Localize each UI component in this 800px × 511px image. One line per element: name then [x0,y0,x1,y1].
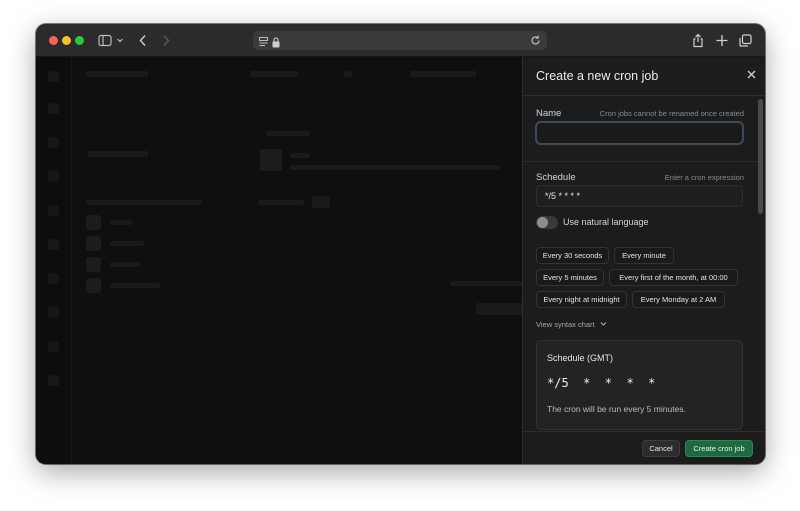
create-cron-job-panel: Create a new cron job Name Cron jobs can… [522,57,765,464]
preset-every-minute[interactable]: Every minute [614,247,674,264]
panel-body: Name Cron jobs cannot be renamed once cr… [523,97,765,431]
modal-backdrop[interactable] [36,57,522,464]
name-hint: Cron jobs cannot be renamed once created [599,109,744,118]
scrollbar-thumb[interactable] [758,99,763,214]
sidebar-icon[interactable] [98,32,112,49]
preview-description: The cron will be run every 5 minutes. [547,404,686,414]
preset-every-30-seconds[interactable]: Every 30 seconds [536,247,609,264]
chevron-down-icon [600,320,607,329]
schedule-preview: Schedule (GMT) */5 * * * * The cron will… [536,340,743,430]
chevron-down-icon[interactable] [116,32,124,49]
panel-header: Create a new cron job [523,57,765,96]
preset-every-night-at-midnight[interactable]: Every night at midnight [536,291,627,308]
cancel-button[interactable]: Cancel [642,440,680,457]
toggle-knob [537,217,548,228]
name-input[interactable] [535,121,744,145]
close-icon[interactable] [747,69,756,81]
browser-toolbar [36,24,765,57]
create-cron-job-button[interactable]: Create cron job [685,440,753,457]
natural-language-label: Use natural language [563,217,649,227]
preset-every-5-minutes[interactable]: Every 5 minutes [536,269,604,286]
natural-language-toggle[interactable] [536,216,558,229]
preset-every-monday-2am[interactable]: Every Monday at 2 AM [632,291,725,308]
name-label: Name [536,108,562,119]
tabs-icon[interactable] [739,32,752,49]
zoom-window-button[interactable] [75,36,84,45]
view-syntax-chart-link[interactable]: View syntax chart [536,320,607,329]
divider [523,161,759,162]
forward-icon[interactable] [161,32,171,49]
background-app [36,57,522,464]
schedule-label: Schedule [536,172,576,183]
schedule-hint: Enter a cron expression [664,173,744,182]
preview-title: Schedule (GMT) [547,353,614,363]
page-content: Create a new cron job Name Cron jobs can… [36,57,765,464]
share-icon[interactable] [692,32,704,49]
new-tab-icon[interactable] [716,32,728,49]
site-icon [259,35,268,53]
close-window-button[interactable] [49,36,58,45]
minimize-window-button[interactable] [62,36,71,45]
address-bar[interactable] [253,31,547,50]
reload-icon[interactable] [530,34,541,52]
panel-footer: Cancel Create cron job [523,431,765,464]
browser-window: Create a new cron job Name Cron jobs can… [36,24,765,464]
syntax-link-label: View syntax chart [536,320,595,329]
panel-title: Create a new cron job [536,69,659,83]
preview-expression: */5 * * * * [547,376,656,390]
back-icon[interactable] [138,32,148,49]
preset-every-first-of-month[interactable]: Every first of the month, at 00:00 [609,269,738,286]
lock-icon [272,35,280,53]
schedule-input[interactable] [536,185,743,207]
